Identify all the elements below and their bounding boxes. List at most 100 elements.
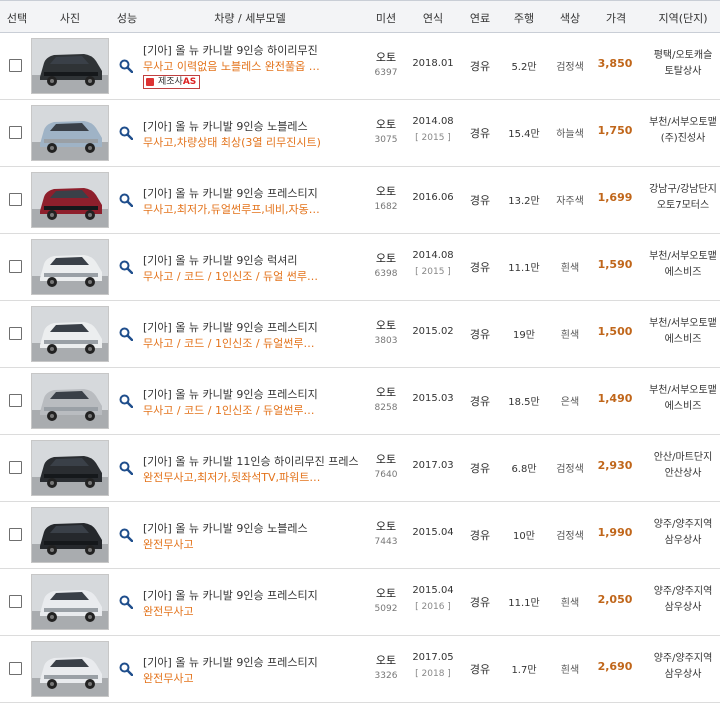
- car-photo[interactable]: [31, 105, 109, 161]
- mileage: 13.2만: [508, 196, 540, 207]
- search-icon[interactable]: [119, 461, 134, 476]
- vehicle-title-link[interactable]: [기아] 올 뉴 카니발 9인승 프레스티지: [143, 319, 358, 335]
- model-year: 2017.03: [412, 460, 454, 471]
- region[interactable]: 부천/서부오토맽 에스비즈: [642, 383, 720, 415]
- listing-code: 6398: [374, 269, 398, 279]
- select-checkbox[interactable]: [9, 394, 22, 407]
- car-photo-image: [32, 374, 108, 428]
- vehicle-title-link[interactable]: [기아] 올 뉴 카니발 9인승 프레스티지: [143, 654, 358, 670]
- vehicle-title-link[interactable]: [기아] 올 뉴 카니발 9인승 프레스티지: [143, 587, 358, 603]
- region[interactable]: 부천/서부오토맽 에스비즈: [642, 316, 720, 348]
- car-photo[interactable]: [31, 373, 109, 429]
- region[interactable]: 양주/양주지역 삼우상사: [642, 584, 720, 616]
- vehicle-title-link[interactable]: [기아] 올 뉴 카니발 9인승 프레스티지: [143, 386, 358, 402]
- mileage: 5.2만: [511, 62, 537, 73]
- select-checkbox[interactable]: [9, 595, 22, 608]
- table-row[interactable]: [기아] 올 뉴 카니발 9인승 하이리무진 무사고 이력없음 노블레스 완전풀옵…: [0, 33, 720, 100]
- select-checkbox[interactable]: [9, 461, 22, 474]
- table-row[interactable]: [기아] 올 뉴 카니발 9인승 프레스티지 무사고 / 코드 / 1인신조 / …: [0, 368, 720, 435]
- car-photo[interactable]: [31, 507, 109, 563]
- mileage: 1.7만: [511, 665, 537, 676]
- region[interactable]: 안산/마트단지 안산상사: [642, 450, 720, 482]
- vehicle-description[interactable]: 무사고 이력없음 노블레스 완전풀옵 완벽관...: [143, 58, 323, 74]
- mileage: 6.8만: [511, 464, 537, 475]
- region[interactable]: 부천/서부오토맽 (주)진성사: [642, 115, 720, 147]
- vehicle-title-link[interactable]: [기아] 올 뉴 카니발 9인승 럭셔리: [143, 252, 358, 268]
- select-checkbox[interactable]: [9, 528, 22, 541]
- search-icon[interactable]: [119, 394, 134, 409]
- vehicle-description[interactable]: 무사고,차량상태 최상(3열 리무진시트): [143, 134, 323, 150]
- model-year: 2017.05: [412, 652, 454, 663]
- region[interactable]: 강남구/강남단지 오토7모터스: [642, 182, 720, 214]
- transmission: 오토: [375, 319, 397, 332]
- vehicle-title-link[interactable]: [기아] 올 뉴 카니발 9인승 하이리무진: [143, 42, 358, 58]
- car-photo[interactable]: [31, 239, 109, 295]
- region[interactable]: 양주/양주지역 삼우상사: [642, 651, 720, 683]
- vehicle-description[interactable]: 무사고 / 코드 / 1인신조 / 듀얼썬루프, 경...: [143, 335, 323, 351]
- car-photo[interactable]: [31, 38, 109, 94]
- table-row[interactable]: [기아] 올 뉴 카니발 9인승 노블레스 무사고,차량상태 최상(3열 리무진시…: [0, 100, 720, 167]
- region-location: 부천/서부오토맽: [649, 318, 717, 329]
- mileage: 18.5만: [508, 397, 540, 408]
- region[interactable]: 평택/오토캐슬 토탈상사: [642, 48, 720, 80]
- search-icon[interactable]: [119, 260, 134, 275]
- region[interactable]: 양주/양주지역 삼우상사: [642, 517, 720, 549]
- select-checkbox[interactable]: [9, 193, 22, 206]
- price: 1,490: [597, 392, 633, 405]
- select-checkbox[interactable]: [9, 126, 22, 139]
- registration-year: [ 2015 ]: [415, 133, 451, 143]
- dealer-name: 삼우상사: [664, 602, 702, 613]
- registration-year: [ 2018 ]: [415, 669, 451, 679]
- search-icon[interactable]: [119, 59, 134, 74]
- select-checkbox[interactable]: [9, 59, 22, 72]
- fuel-type: 경유: [469, 328, 491, 341]
- vehicle-title-link[interactable]: [기아] 올 뉴 카니발 9인승 프레스티지: [143, 185, 358, 201]
- region-location: 부천/서부오토맽: [649, 385, 717, 396]
- search-icon[interactable]: [119, 126, 134, 141]
- car-photo-image: [32, 307, 108, 361]
- table-row[interactable]: [기아] 올 뉴 카니발 9인승 프레스티지 완전무사고 오토 5092 2015.04…: [0, 569, 720, 636]
- select-checkbox[interactable]: [9, 260, 22, 273]
- vehicle-description[interactable]: 완전무사고: [143, 603, 323, 619]
- vehicle-description[interactable]: 무사고,최저가,듀얼썬루프,네비,자동문, 경...: [143, 201, 323, 217]
- car-photo[interactable]: [31, 574, 109, 630]
- search-icon[interactable]: [119, 193, 134, 208]
- listing-code: 3075: [374, 135, 398, 145]
- vehicle-title-link[interactable]: [기아] 올 뉴 카니발 11인승 하이리무진 프레스티지: [143, 453, 358, 469]
- price: 3,850: [597, 57, 633, 70]
- price: 2,930: [597, 459, 633, 472]
- vehicle-title-link[interactable]: [기아] 올 뉴 카니발 9인승 노블레스: [143, 118, 358, 134]
- car-photo[interactable]: [31, 641, 109, 697]
- fuel-type: 경유: [469, 395, 491, 408]
- car-photo[interactable]: [31, 172, 109, 228]
- vehicle-description[interactable]: 완전무사고,최저가,뒷좌석TV,파워트렁크,HI...: [143, 469, 323, 485]
- table-row[interactable]: [기아] 올 뉴 카니발 9인승 프레스티지 완전무사고 오토 3326 2017.05…: [0, 636, 720, 703]
- listing-code: 7640: [374, 470, 398, 480]
- table-row[interactable]: [기아] 올 뉴 카니발 9인승 럭셔리 무사고 / 코드 / 1인신조 / 듀얼…: [0, 234, 720, 301]
- region[interactable]: 부천/서부오토맽에스비즈: [642, 249, 720, 281]
- select-checkbox[interactable]: [9, 662, 22, 675]
- vehicle-description[interactable]: 무사고 / 코드 / 1인신조 / 듀얼 썬루프 / 경...: [143, 268, 323, 284]
- search-icon[interactable]: [119, 327, 134, 342]
- vehicle-description[interactable]: 무사고 / 코드 / 1인신조 / 듀얼썬루프, 경...: [143, 402, 323, 418]
- search-icon[interactable]: [119, 662, 134, 677]
- table-row[interactable]: [기아] 올 뉴 카니발 9인승 노블레스 완전무사고 오토 7443 2015.04 경…: [0, 502, 720, 569]
- search-icon[interactable]: [119, 528, 134, 543]
- car-photo[interactable]: [31, 306, 109, 362]
- car-photo[interactable]: [31, 440, 109, 496]
- region-location: 부천/서부오토맽: [649, 251, 717, 262]
- select-checkbox[interactable]: [9, 327, 22, 340]
- table-row[interactable]: [기아] 올 뉴 카니발 11인승 하이리무진 프레스티지 완전무사고,최저가,뒷…: [0, 435, 720, 502]
- car-color: 은색: [560, 397, 580, 408]
- transmission: 오토: [375, 453, 397, 466]
- vehicle-description[interactable]: 완전무사고: [143, 670, 323, 686]
- car-color: 흰색: [560, 330, 580, 341]
- search-icon[interactable]: [119, 595, 134, 610]
- dealer-name: 안산상사: [664, 468, 702, 479]
- table-row[interactable]: [기아] 올 뉴 카니발 9인승 프레스티지 무사고 / 코드 / 1인신조 / …: [0, 301, 720, 368]
- registration-year: [ 2015 ]: [415, 267, 451, 277]
- vehicle-title-link[interactable]: [기아] 올 뉴 카니발 9인승 노블레스: [143, 520, 358, 536]
- table-row[interactable]: [기아] 올 뉴 카니발 9인승 프레스티지 무사고,최저가,듀얼썬루프,네비,자…: [0, 167, 720, 234]
- vehicle-description[interactable]: 완전무사고: [143, 536, 323, 552]
- dealer-name: 에스비즈: [664, 267, 702, 278]
